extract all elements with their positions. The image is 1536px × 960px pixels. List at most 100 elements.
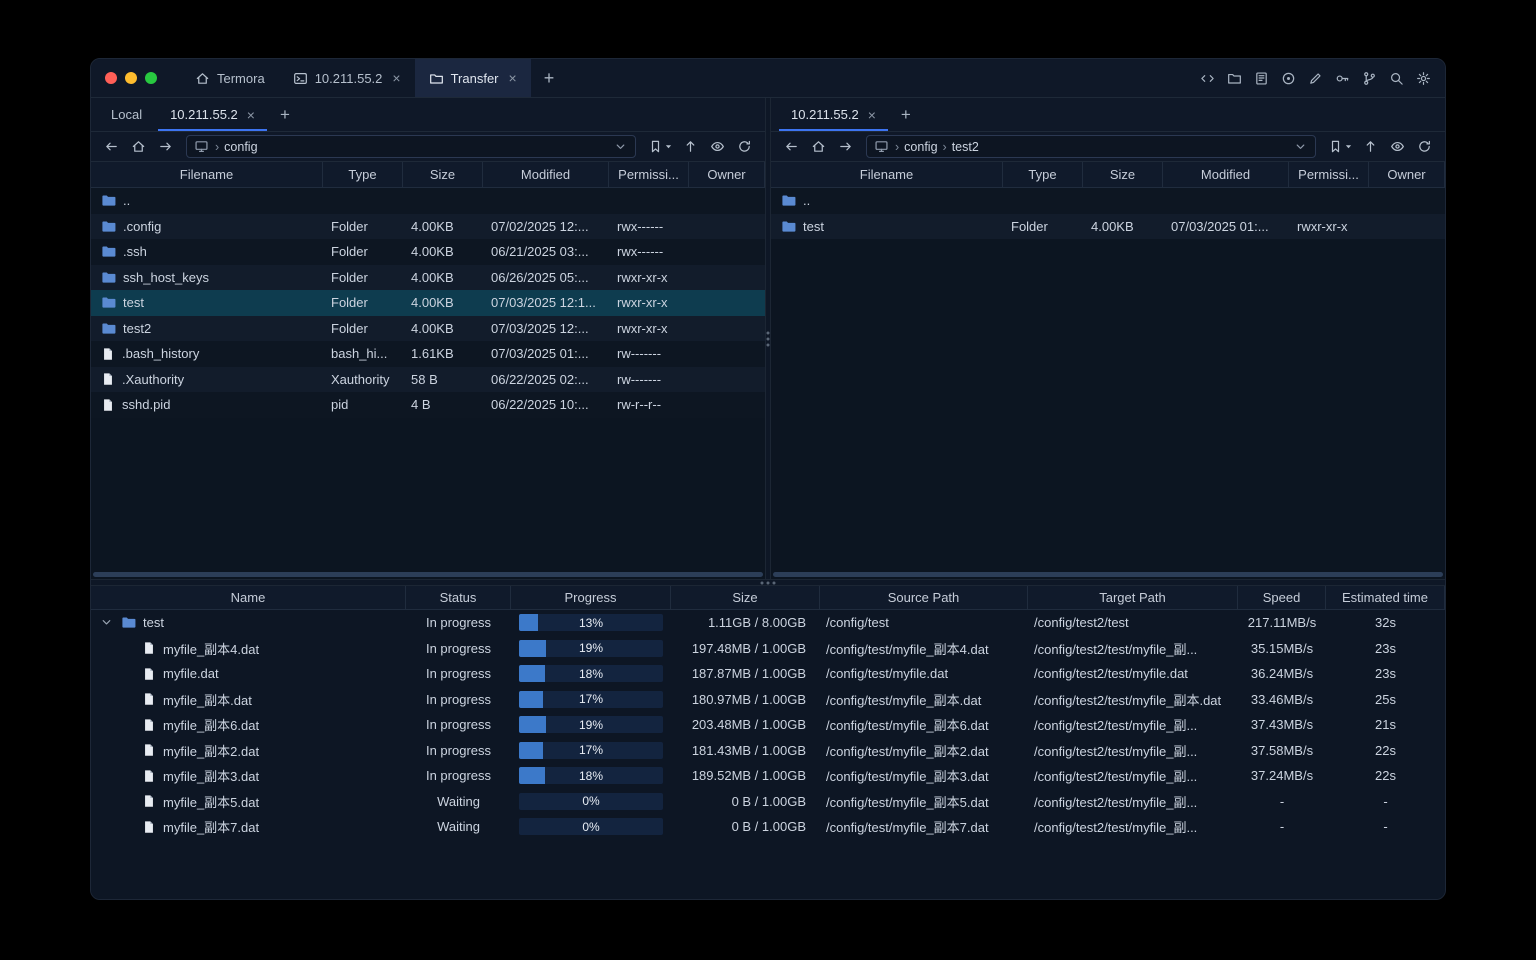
file-row-ssh-host-keys[interactable]: ssh_host_keys Folder 4.00KB 06/26/2025 05:.… bbox=[91, 264, 765, 290]
home-button[interactable] bbox=[126, 136, 151, 158]
breadcrumb-segment[interactable]: config bbox=[904, 140, 937, 154]
close-icon[interactable]: × bbox=[868, 108, 876, 122]
pane-tab-local[interactable]: Local bbox=[97, 98, 156, 131]
column-header-name[interactable]: Name bbox=[91, 586, 406, 609]
file-size: 4.00KB bbox=[411, 218, 454, 234]
column-header-source-path[interactable]: Source Path bbox=[820, 586, 1028, 609]
file-row-..[interactable]: .. bbox=[91, 188, 765, 214]
refresh-button[interactable] bbox=[732, 136, 757, 158]
column-header-size[interactable]: Size bbox=[671, 586, 820, 609]
column-header-label: Speed bbox=[1262, 590, 1301, 605]
code-icon[interactable] bbox=[1200, 71, 1215, 86]
transfer-row-myfile-7.dat[interactable]: myfile_副本7.dat Waiting 0% 0 B / 1.00GB/conf… bbox=[91, 814, 1445, 840]
column-header-estimated-time[interactable]: Estimated time bbox=[1326, 586, 1445, 609]
column-header-modified[interactable]: Modified bbox=[1163, 162, 1289, 187]
progress-label: 19% bbox=[578, 641, 604, 656]
transfer-row-test[interactable]: test In progress 13% 1.11GB / 8.00GB/config… bbox=[91, 610, 1445, 636]
column-header-label: Owner bbox=[707, 167, 746, 182]
column-header-filename[interactable]: Filename bbox=[91, 162, 323, 187]
file-row-sshd.pid[interactable]: sshd.pid pid 4 B 06/22/2025 10:... rw-r--r-- bbox=[91, 392, 765, 418]
pane-tab-10.211.55.2[interactable]: 10.211.55.2 × bbox=[156, 98, 269, 131]
file-row-.config[interactable]: .config Folder 4.00KB 07/02/2025 12:... rwx-… bbox=[91, 213, 765, 239]
column-header-type[interactable]: Type bbox=[1003, 162, 1083, 187]
pencil-icon[interactable] bbox=[1308, 71, 1323, 86]
zoom-button[interactable] bbox=[145, 72, 157, 84]
transfer-splitter[interactable] bbox=[91, 579, 1445, 586]
search-icon[interactable] bbox=[1389, 71, 1404, 86]
column-header-size[interactable]: Size bbox=[403, 162, 483, 187]
file-row-..[interactable]: .. bbox=[771, 188, 1445, 214]
show-hidden-button[interactable] bbox=[705, 136, 730, 158]
key-icon[interactable] bbox=[1335, 71, 1350, 86]
branch-icon[interactable] bbox=[1362, 71, 1377, 86]
horizontal-scrollbar[interactable] bbox=[93, 572, 763, 577]
refresh-button[interactable] bbox=[1412, 136, 1437, 158]
path-bar[interactable]: › config bbox=[186, 135, 636, 158]
journal-icon[interactable] bbox=[1254, 71, 1269, 86]
column-header-owner[interactable]: Owner bbox=[1369, 162, 1445, 187]
column-header-permissi...[interactable]: Permissi... bbox=[609, 162, 689, 187]
file-row-.bash-history[interactable]: .bash_history bash_hi... 1.61KB 07/03/2025 … bbox=[91, 341, 765, 367]
column-header-modified[interactable]: Modified bbox=[483, 162, 609, 187]
column-header-filename[interactable]: Filename bbox=[771, 162, 1003, 187]
back-button[interactable] bbox=[779, 136, 804, 158]
close-button[interactable] bbox=[105, 72, 117, 84]
breadcrumb-segment[interactable]: test2 bbox=[952, 140, 979, 154]
transfer-source-path: /config/test/myfile_副本7.dat bbox=[826, 820, 989, 836]
new-window-tab-button[interactable]: + bbox=[531, 59, 568, 97]
pane-tab-10.211.55.2[interactable]: 10.211.55.2 × bbox=[777, 98, 890, 131]
file-glyph-icon bbox=[101, 372, 115, 386]
column-header-target-path[interactable]: Target Path bbox=[1028, 586, 1238, 609]
path-bar[interactable]: › config › test2 bbox=[866, 135, 1316, 158]
transfer-row-myfile-3.dat[interactable]: myfile_副本3.dat In progress 18% 189.52MB / 1… bbox=[91, 763, 1445, 789]
horizontal-scrollbar[interactable] bbox=[773, 572, 1443, 577]
transfer-row-myfile-5.dat[interactable]: myfile_副本5.dat Waiting 0% 0 B / 1.00GB/conf… bbox=[91, 789, 1445, 815]
show-hidden-button[interactable] bbox=[1385, 136, 1410, 158]
column-header-permissi...[interactable]: Permissi... bbox=[1289, 162, 1369, 187]
column-header-owner[interactable]: Owner bbox=[689, 162, 765, 187]
column-header-label: Owner bbox=[1387, 167, 1426, 182]
column-header-status[interactable]: Status bbox=[406, 586, 511, 609]
home-button[interactable] bbox=[806, 136, 831, 158]
upload-button[interactable] bbox=[1358, 136, 1383, 158]
file-row-test2[interactable]: test2 Folder 4.00KB 07/03/2025 12:... rwxr-x… bbox=[91, 315, 765, 341]
titlebar-tab-transfer[interactable]: Transfer × bbox=[414, 59, 531, 97]
chevron-down-icon[interactable] bbox=[613, 139, 628, 154]
bookmark-button[interactable] bbox=[1324, 136, 1356, 158]
back-button[interactable] bbox=[99, 136, 124, 158]
transfer-row-myfile-6.dat[interactable]: myfile_副本6.dat In progress 19% 203.48MB / 1… bbox=[91, 712, 1445, 738]
column-header-type[interactable]: Type bbox=[323, 162, 403, 187]
file-row-.ssh[interactable]: .ssh Folder 4.00KB 06/21/2025 03:... rwx----… bbox=[91, 239, 765, 265]
file-row-.xauthority[interactable]: .Xauthority Xauthority 58 B 06/22/2025 02:.… bbox=[91, 366, 765, 392]
titlebar-tab-10.211.55.2[interactable]: 10.211.55.2 × bbox=[279, 59, 415, 97]
record-icon[interactable] bbox=[1281, 71, 1296, 86]
column-header-size[interactable]: Size bbox=[1083, 162, 1163, 187]
pane-new-tab-button[interactable]: + bbox=[890, 98, 922, 131]
transfer-target-path: /config/test2/test/myfile_副本.dat bbox=[1034, 692, 1222, 708]
transfer-row-myfile.dat[interactable]: myfile.dat In progress 18% 187.87MB / 1.00G… bbox=[91, 661, 1445, 687]
forward-button[interactable] bbox=[833, 136, 858, 158]
chevron-down-icon[interactable] bbox=[1293, 139, 1308, 154]
close-icon[interactable]: × bbox=[247, 108, 255, 122]
file-row-test[interactable]: test Folder 4.00KB 07/03/2025 01:... rwxr-xr… bbox=[771, 213, 1445, 239]
close-icon[interactable]: × bbox=[392, 71, 400, 85]
minimize-button[interactable] bbox=[125, 72, 137, 84]
bookmark-button[interactable] bbox=[644, 136, 676, 158]
column-header-label: Status bbox=[439, 590, 477, 605]
folder-icon[interactable] bbox=[1227, 71, 1242, 86]
pane-new-tab-button[interactable]: + bbox=[269, 98, 301, 131]
column-header-speed[interactable]: Speed bbox=[1238, 586, 1326, 609]
column-header-progress[interactable]: Progress bbox=[511, 586, 671, 609]
transfer-row-myfile-.dat[interactable]: myfile_副本.dat In progress 17% 180.97MB / 1.… bbox=[91, 687, 1445, 713]
chevron-expand-icon[interactable] bbox=[99, 615, 114, 630]
transfer-row-myfile-2.dat[interactable]: myfile_副本2.dat In progress 17% 181.43MB / 1… bbox=[91, 738, 1445, 764]
file-row-test[interactable]: test Folder 4.00KB 07/03/2025 12:1... rwxr-x… bbox=[91, 290, 765, 316]
file-size: 4 B bbox=[411, 397, 431, 413]
close-icon[interactable]: × bbox=[509, 71, 517, 85]
breadcrumb-segment[interactable]: config bbox=[224, 140, 257, 154]
forward-button[interactable] bbox=[153, 136, 178, 158]
upload-button[interactable] bbox=[678, 136, 703, 158]
settings-icon[interactable] bbox=[1416, 71, 1431, 86]
transfer-row-myfile-4.dat[interactable]: myfile_副本4.dat In progress 19% 197.48MB / 1… bbox=[91, 636, 1445, 662]
titlebar-tab-termora[interactable]: Termora bbox=[181, 59, 279, 97]
